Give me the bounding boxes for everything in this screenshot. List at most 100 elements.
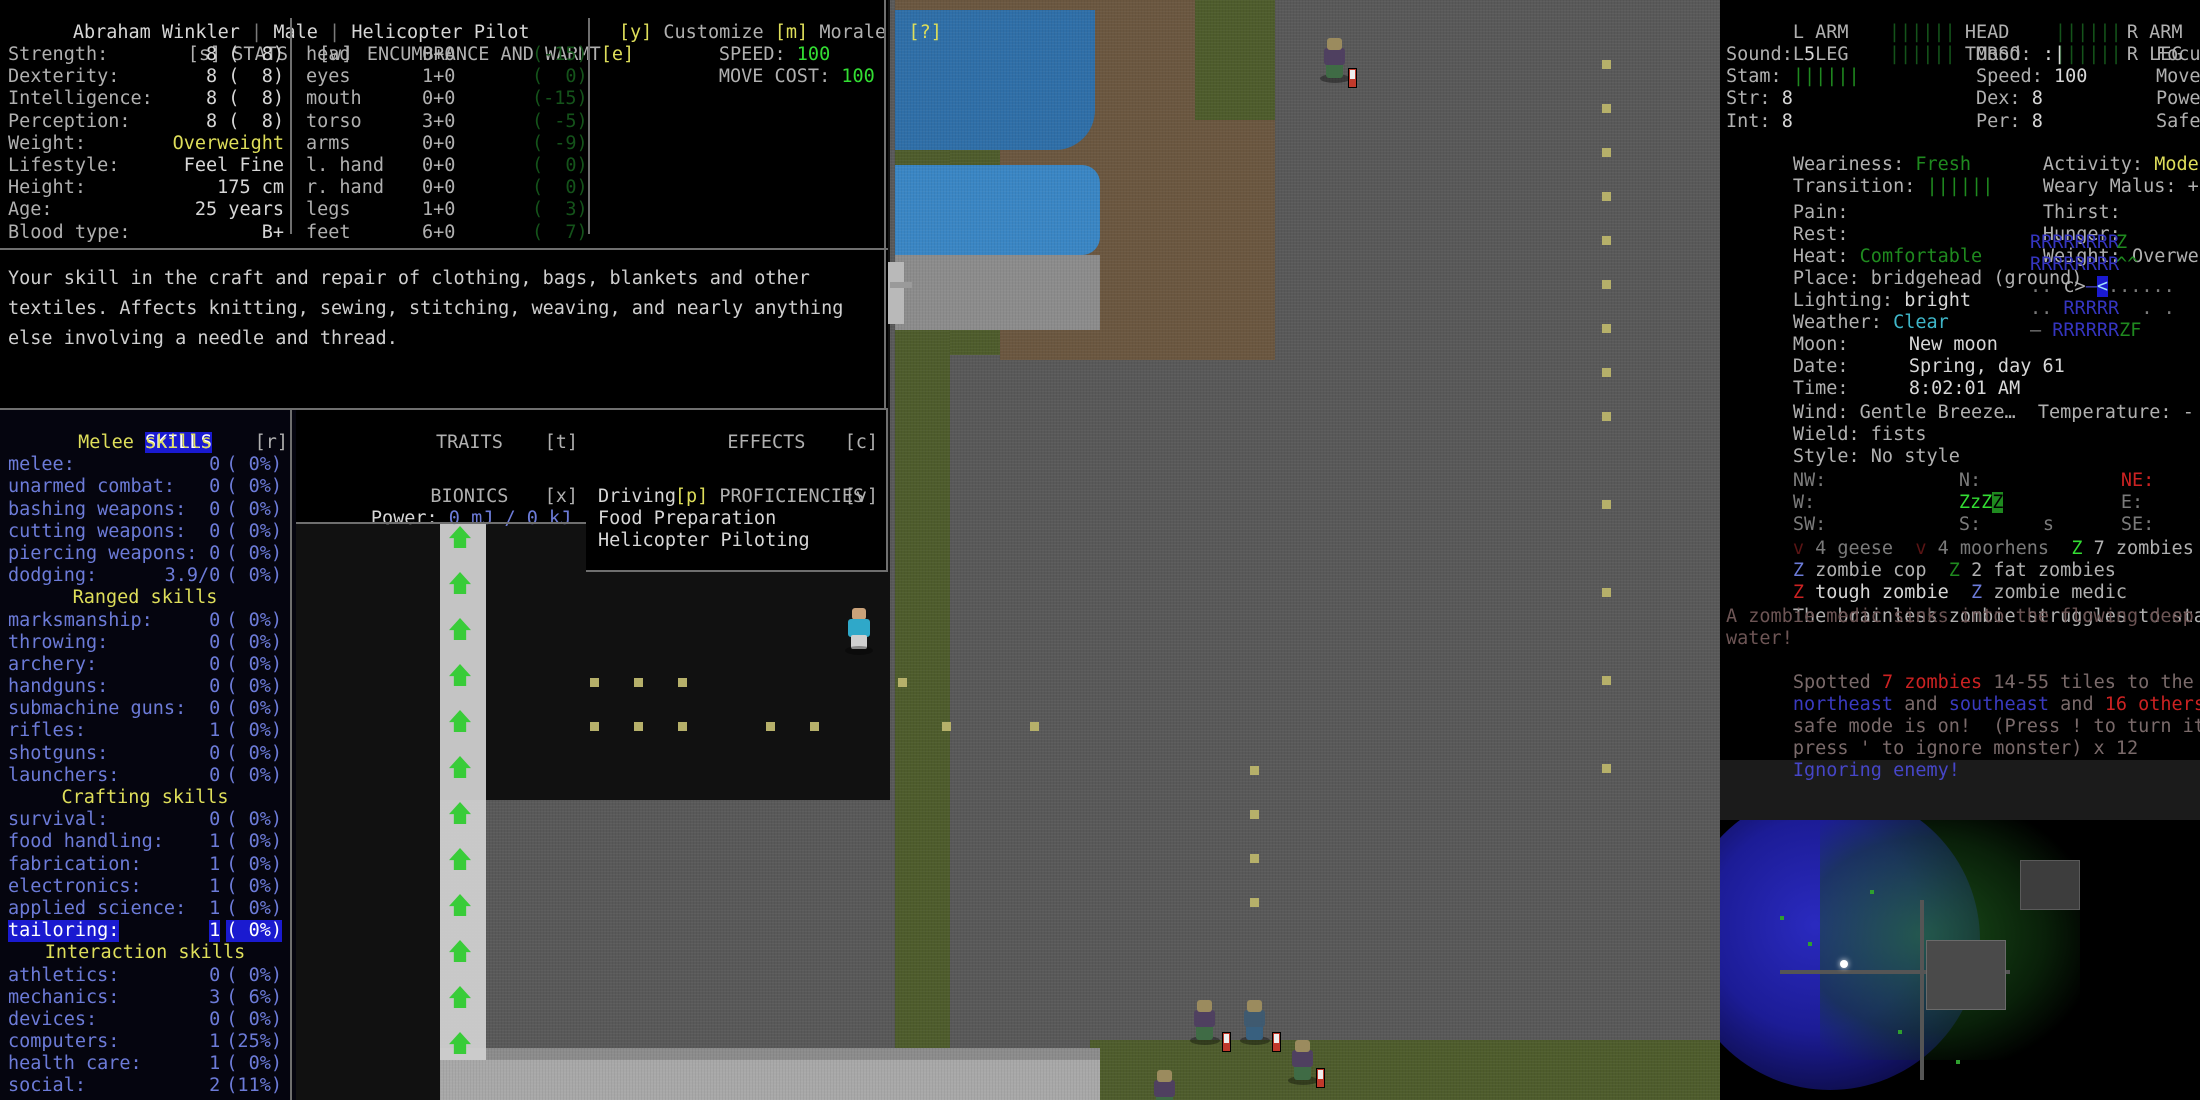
zombie-sprite[interactable]: [1288, 1040, 1318, 1085]
skill-row[interactable]: shotguns: 0( 0%): [0, 743, 290, 765]
move-cost-label: MOVE COST:: [718, 66, 831, 88]
map-grass-dot: [1602, 236, 1611, 245]
skill-row[interactable]: mechanics: 3( 6%): [0, 987, 290, 1009]
overmap-radar[interactable]: [1720, 820, 2200, 1100]
vital-cell: Stam: ||||||: [1726, 66, 1860, 88]
skill-percent: ( 0%): [226, 698, 282, 720]
zombie-sprite[interactable]: [1150, 1070, 1180, 1100]
zombie-sprite[interactable]: [1320, 38, 1350, 83]
zombie-sprite[interactable]: [1240, 1000, 1270, 1045]
vitals-grid: Sound: 5 Mood: :| Focus: 100 Stam: |||||| Sp…: [1726, 44, 2200, 133]
radar-speck: [1870, 890, 1874, 894]
skill-row[interactable]: rifles: 1( 0%): [0, 720, 290, 742]
vital-label: Dex:: [1976, 88, 2021, 110]
skill-row[interactable]: computers: 1 (25%): [0, 1031, 290, 1053]
proficiency-item[interactable]: Food Preparation: [598, 508, 810, 530]
skill-row[interactable]: fabrication: 1( 0%): [0, 854, 290, 876]
map-grass-dot: [1602, 368, 1611, 377]
proficiencies-window[interactable]: [p] PROFICIENCIES [v] Driving Food Prepar…: [586, 462, 888, 572]
vital-cell: Int: 8: [1726, 111, 1793, 133]
skill-row[interactable]: piercing weapons: 0( 0%): [0, 543, 290, 565]
skill-level: 1: [209, 1031, 221, 1053]
vitals-row: Sound: 5 Mood: :| Focus: 100: [1726, 44, 2200, 66]
encumbrance-key[interactable]: [e]: [601, 44, 634, 65]
skill-value-group: 0( 0%): [209, 499, 282, 521]
skill-level: 0: [209, 653, 221, 675]
skill-percent: ( 0%): [226, 1053, 282, 1075]
skill-row[interactable]: launchers: 0( 0%): [0, 765, 290, 787]
skill-row[interactable]: health care: 1( 0%): [0, 1053, 290, 1075]
skill-row[interactable]: submachine guns: 0( 0%): [0, 698, 290, 720]
skill-row[interactable]: devices: 0( 0%): [0, 1009, 290, 1031]
encumbrance-row: feet 6+0 ( 7): [300, 222, 590, 244]
skill-value-group: 3( 6%): [209, 987, 282, 1009]
help-key[interactable]: [?]: [908, 22, 941, 43]
map-grass-dot: [1602, 676, 1611, 685]
vital-cell: Dex: 8: [1976, 88, 2043, 110]
proficiencies-key[interactable]: [v]: [845, 486, 878, 507]
skill-row[interactable]: archery: 0( 0%): [0, 654, 290, 676]
skill-row[interactable]: athletics: 0( 0%): [0, 965, 290, 987]
vital-label: Mood:: [1976, 44, 2032, 65]
skill-row[interactable]: survival: 0( 0%): [0, 809, 290, 831]
map-wall-column: [440, 520, 486, 1060]
skill-row[interactable]: bashing weapons: 0( 0%): [0, 499, 290, 521]
skills-list[interactable]: Melee skills melee: 0( 0%) unarmed combat: 0…: [0, 432, 290, 1098]
encumbrance-part: legs: [306, 199, 351, 221]
skill-row[interactable]: tailoring: 1( 0%): [0, 920, 290, 943]
skill-row[interactable]: cutting weapons: 0( 0%): [0, 521, 290, 543]
proficiency-item[interactable]: Driving: [598, 486, 810, 508]
encumbrance-value: 0+0: [422, 132, 456, 154]
encumbrance-warmth: ( 3): [532, 199, 588, 221]
skill-row[interactable]: electronics: 1( 0%): [0, 876, 290, 898]
minimap[interactable]: RRRRRRRR RRRRRRRR .. c>—<...... .. RRRRR…: [2030, 232, 2200, 342]
stat-row: Dexterity: 8 ( 8): [6, 66, 288, 88]
skill-name: food handling:: [8, 831, 164, 853]
skill-name: marksmanship:: [8, 609, 153, 631]
skill-level: 1: [209, 1053, 221, 1075]
skill-row[interactable]: social: 2 (11%): [0, 1075, 290, 1097]
skills-window[interactable]: SKILLS [r] Melee skills melee: 0( 0%) unarm…: [0, 408, 296, 1100]
map-grass-dot: [1250, 898, 1259, 907]
traits-key[interactable]: [t]: [545, 432, 578, 453]
encumbrance-warmth: (-15): [532, 88, 588, 110]
encumbrance-row: torso 3+0 ( -5): [300, 111, 590, 133]
map-grass-dot: [1250, 810, 1259, 819]
move-cost-value: 100: [841, 66, 875, 88]
proficiency-item[interactable]: Helicopter Piloting: [598, 530, 810, 552]
map-grass-dot: [766, 722, 775, 731]
skill-row[interactable]: melee: 0( 0%): [0, 454, 290, 476]
map-grass-bottom: [1090, 1040, 1730, 1100]
encumbrance-value: 1+0: [422, 199, 456, 221]
skill-row[interactable]: marksmanship: 0( 0%): [0, 610, 290, 632]
skill-percent: ( 0%): [226, 609, 282, 631]
radar-building: [1926, 940, 2006, 1010]
skill-name: health care:: [8, 1053, 142, 1075]
skill-name: fabrication:: [8, 853, 142, 875]
proficiencies-list[interactable]: Driving Food Preparation Helicopter Piloti…: [598, 486, 810, 553]
map-grass-dot: [1030, 722, 1039, 731]
skill-row[interactable]: handguns: 0( 0%): [0, 676, 290, 698]
skill-level: 0: [209, 520, 221, 542]
bionics-window[interactable]: BIONICS [x] Power: 0 mJ / 0 kJ: [296, 462, 592, 529]
skill-percent: ( 0%): [226, 565, 282, 587]
player-avatar[interactable]: [845, 608, 873, 655]
vital-label: Focus:: [2156, 44, 2200, 65]
effects-window[interactable]: EFFECTS [c]: [586, 408, 888, 470]
skill-row[interactable]: throwing: 0( 0%): [0, 632, 290, 654]
zombie-sprite[interactable]: [1190, 1000, 1220, 1045]
skill-row[interactable]: food handling: 1( 0%): [0, 831, 290, 853]
skill-row[interactable]: applied science: 1( 0%): [0, 898, 290, 920]
effects-key[interactable]: [c]: [845, 432, 878, 453]
skill-percent: ( 0%): [226, 742, 282, 764]
pad: [1782, 66, 1793, 87]
encumbrance-list: head 0+0 (-15) eyes 1+0( 0) mouth 0+0 (-15) tors…: [300, 44, 590, 244]
pad: [1793, 44, 1804, 65]
skill-row[interactable]: unarmed combat: 0( 0%): [0, 476, 290, 498]
encumbrance-row: l. hand 0+0 ( 0): [300, 155, 590, 177]
traits-window[interactable]: TRAITS [t]: [296, 408, 592, 470]
pad: [2032, 44, 2043, 65]
skill-level: 1: [209, 720, 221, 742]
log-message: A zombie medic sinks into the flowing de…: [1726, 606, 2194, 649]
skill-row[interactable]: dodging: 3.9/0( 0%): [0, 565, 290, 587]
